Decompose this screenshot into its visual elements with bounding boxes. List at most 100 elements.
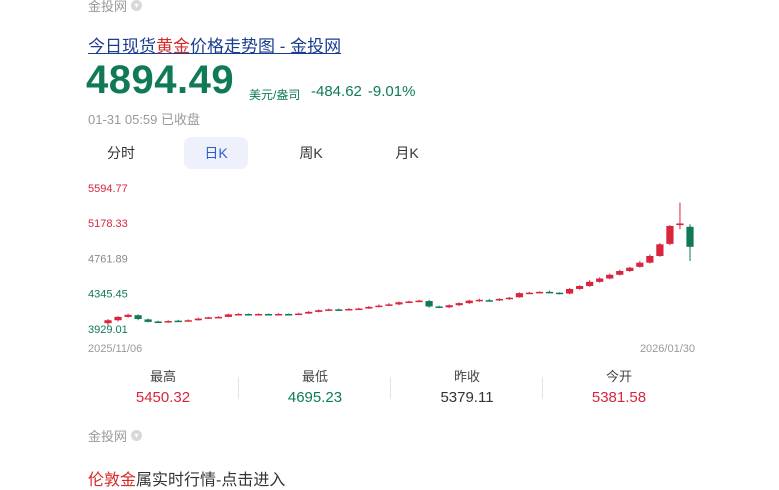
candle-body [455,303,463,306]
candle-body [224,314,233,317]
candle-body [485,300,493,302]
source-name: 金投网 [88,429,128,444]
candle-body [525,292,534,295]
source-label-top: 金投网 ▾ [88,0,143,15]
stat-low: 最低 4695.23 [240,366,390,406]
title-highlight: 黄金 [156,37,190,56]
candle-body [184,320,192,322]
candle-body [686,226,694,247]
stat-divider [390,377,391,399]
candle-body [234,313,243,316]
chevron-down-circle-icon[interactable]: ▾ [131,430,143,441]
candle-body [114,316,122,321]
candle-body [375,305,383,308]
candle-body [144,319,152,322]
tab-intraday[interactable]: 分时 [95,137,147,169]
candle-body [495,298,503,301]
candle-body [606,274,614,279]
link-highlight: 伦敦金 [88,472,137,489]
stat-value: 5381.58 [591,389,647,406]
candle-body [616,271,624,275]
candle-body [646,255,654,263]
candle-body [425,301,433,307]
candle-body [104,320,112,324]
candle-body [325,309,333,311]
candle-body [576,286,584,289]
quote-status: 01-31 05:59 已收盘 [88,109,200,128]
candle-body [445,305,453,308]
stat-divider [238,377,239,399]
candle-body [395,302,403,305]
candle-body [656,244,664,256]
candle-body [164,321,172,323]
candle-body [174,320,182,323]
stat-label: 今开 [605,369,632,384]
stat-high: 最高 5450.32 [88,366,238,406]
change-value: -484.62 [311,83,362,100]
candle-body [545,291,554,294]
candle-body [636,262,644,267]
candle-body [586,281,594,287]
tab-monthly-k[interactable]: 月K [380,137,434,169]
stat-label: 昨收 [453,369,480,384]
candle-body [295,313,303,316]
tab-daily-k[interactable]: 日K [184,137,248,169]
page-title-link[interactable]: 今日现货黄金价格走势图 - 金投网 [88,32,341,57]
candle-body [666,225,674,244]
chevron-down-circle-icon[interactable]: ▾ [131,0,143,11]
current-price: 4894.49 [86,58,235,102]
candle-body [435,306,443,308]
y-tick-label: 4761.89 [88,253,128,265]
y-tick-label: 5594.77 [88,183,128,195]
title-part: 今日现货 [88,37,156,56]
candle-body [596,278,604,282]
stat-prev-close: 昨收 5379.11 [392,366,542,406]
x-tick-label: 2025/11/06 [88,343,142,355]
title-part: 价格走势图 - 金投网 [190,37,342,56]
quote-timestamp: 01-31 05:59 [88,112,158,127]
candle-body [355,308,363,311]
stat-divider [542,377,543,399]
y-tick-label: 3929.01 [88,324,128,336]
stat-label: 最高 [149,369,176,384]
candle-body [124,314,132,317]
source-label-bottom: 金投网 ▾ [88,426,143,445]
link-text: 属实时行情-点击进入 [136,472,286,489]
candle-body [204,317,212,319]
price-change: -484.62 -9.01% [311,83,421,100]
candle-body [305,311,313,314]
candle-body [264,313,273,316]
change-percent: -9.01% [367,83,416,100]
candle-body [405,301,413,303]
candle-body [465,300,473,304]
candle-body [626,267,634,272]
candle-body [134,315,142,319]
x-tick-label: 2026/01/30 [640,343,695,355]
candle-body [365,306,373,309]
y-tick-label: 4345.45 [88,289,128,301]
candles-group [104,202,694,326]
candle-body [676,223,684,226]
candle-body [345,308,353,311]
candle-body [505,297,513,300]
candle-body [555,292,564,295]
candle-body [244,313,253,316]
candle-body [254,313,263,316]
source-name: 金投网 [88,0,128,14]
axis-labels: 5594.77 5178.33 4761.89 4345.45 3929.01 2025/… [88,183,695,355]
candle-body [335,309,343,311]
london-gold-link[interactable]: 伦敦金属实时行情-点击进入 [88,466,285,490]
stat-value: 5450.32 [135,389,191,406]
candle-body [274,313,283,316]
candle-body [515,293,524,298]
candle-body [565,288,574,294]
candle-body [154,321,162,323]
tab-weekly-k[interactable]: 周K [283,137,339,169]
stat-value: 5379.11 [440,389,494,406]
candle-body [285,313,293,316]
candle-body [194,318,202,321]
candle-body [385,304,393,306]
y-tick-label: 5178.33 [88,218,128,230]
stat-open: 今开 5381.58 [544,366,694,406]
candle-body [535,291,544,294]
